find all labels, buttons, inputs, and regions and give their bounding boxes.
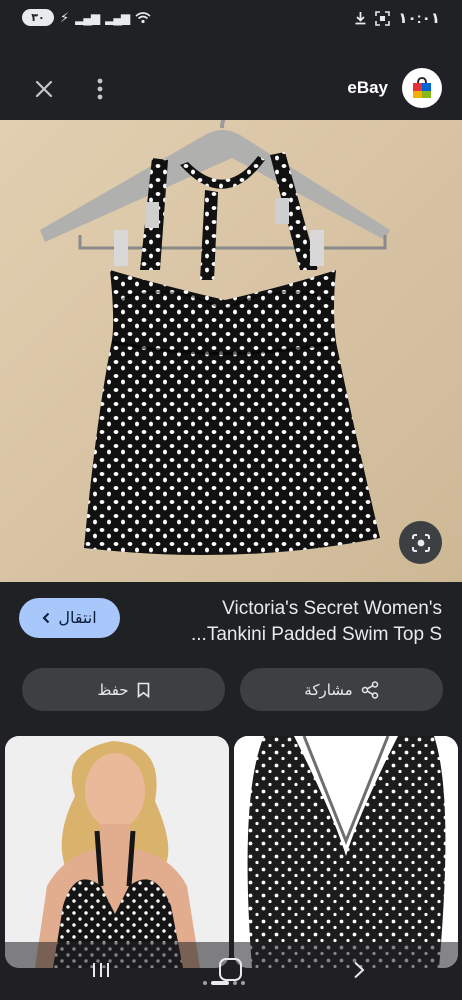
- related-image-thumbnail[interactable]: [5, 736, 229, 968]
- related-image-thumbnail[interactable]: [234, 736, 458, 968]
- status-icons-left: ٣٠ ⚡ ▂▄▆ ▂▄▆: [22, 9, 151, 26]
- page-dot: [233, 981, 237, 985]
- close-button[interactable]: [30, 75, 58, 103]
- page-dot-active: [211, 981, 229, 985]
- source-site-name[interactable]: eBay: [347, 78, 388, 98]
- screenshot-icon: [375, 10, 391, 26]
- status-icons-right: ١٠:٠١: [354, 9, 440, 27]
- ebay-logo-icon: [413, 77, 431, 98]
- more-vert-icon: [97, 78, 103, 100]
- close-icon: [35, 80, 53, 98]
- visit-button-label: انتقال: [58, 610, 97, 627]
- tankini-closeup-image: [234, 736, 458, 968]
- back-button[interactable]: [352, 961, 366, 984]
- signal-icon-2: ▂▄▆: [105, 10, 130, 25]
- home-button[interactable]: [219, 958, 242, 981]
- lens-search-button[interactable]: [399, 521, 442, 564]
- page-dot: [203, 981, 207, 985]
- recent-apps-button[interactable]: [92, 962, 110, 983]
- status-bar: ٣٠ ⚡ ▂▄▆ ▂▄▆ ١٠:٠١: [0, 0, 462, 36]
- viewer-top-bar: eBay: [0, 58, 462, 118]
- battery-indicator: ٣٠: [22, 9, 54, 26]
- result-title-line-1: Victoria's Secret Women's: [222, 598, 442, 619]
- bookmark-icon: [137, 682, 149, 698]
- download-icon: [355, 12, 366, 25]
- chevron-left-icon: [42, 612, 50, 624]
- save-button-label: حفظ: [97, 681, 129, 699]
- visit-button[interactable]: انتقال: [19, 598, 120, 638]
- back-chevron-icon: [354, 961, 365, 979]
- tankini-top-image: [0, 120, 462, 582]
- status-time: ١٠:٠١: [398, 10, 440, 27]
- recent-apps-icon: [93, 963, 109, 977]
- charging-icon: ⚡: [60, 9, 70, 25]
- battery-level: ٣٠: [31, 12, 45, 24]
- signal-icon: ▂▄▆: [75, 10, 100, 25]
- result-title-line-2: ...Tankini Padded Swim Top S: [190, 624, 442, 645]
- share-button[interactable]: مشاركة: [240, 668, 443, 711]
- source-logo[interactable]: [402, 68, 442, 108]
- page-dot: [241, 981, 245, 985]
- wifi-icon: [135, 12, 151, 24]
- save-button[interactable]: حفظ: [22, 668, 225, 711]
- main-product-image[interactable]: [0, 120, 462, 582]
- result-title[interactable]: Victoria's Secret Women's ...Tankini Pad…: [172, 596, 442, 648]
- more-options-button[interactable]: [88, 75, 112, 103]
- share-button-label: مشاركة: [304, 681, 353, 699]
- page-indicator: [203, 981, 245, 985]
- lens-search-icon: [411, 533, 430, 552]
- share-icon: [361, 680, 378, 699]
- model-wearing-top-image: [5, 736, 229, 968]
